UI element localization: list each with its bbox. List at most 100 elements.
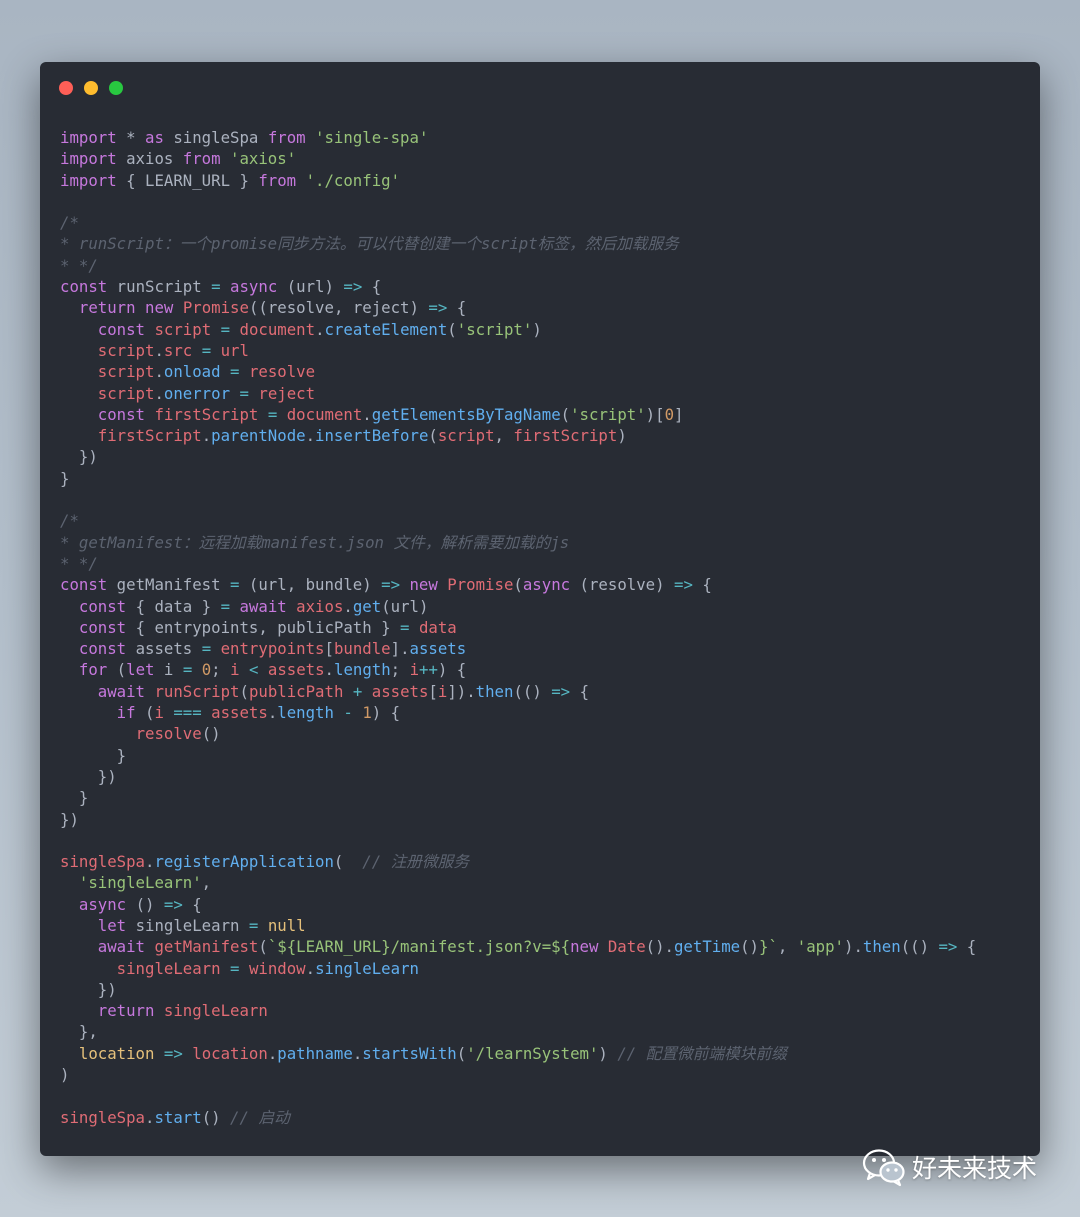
code-token: then (862, 937, 901, 957)
code-token: await (97, 681, 146, 701)
code-token: singleLearn (126, 915, 249, 935)
code-token: new (570, 937, 599, 957)
code-token: . (267, 703, 278, 723)
code-token: onerror (163, 383, 231, 403)
code-token: (url) (381, 596, 429, 616)
code-token: async (78, 894, 127, 914)
code-line: }) (60, 809, 976, 830)
zoom-button[interactable] (109, 81, 123, 95)
code-token: Promise (447, 575, 514, 595)
code-token: await (97, 937, 146, 957)
code-token: axios (116, 149, 183, 169)
code-token: = (220, 596, 231, 616)
code-token: script (97, 340, 155, 360)
code-token: < (248, 660, 259, 680)
code-line: * getManifest：远程加载manifest.json 文件，解析需要加… (60, 532, 976, 553)
code-line: const assets = entrypoints[bundle].asset… (60, 638, 976, 659)
code-token: ; (211, 660, 231, 680)
code-token: runScript (154, 681, 240, 701)
code-token: onload (163, 362, 221, 382)
close-button[interactable] (59, 81, 73, 95)
code-token: registerApplication (154, 852, 334, 872)
code-token: getManifest (107, 575, 231, 595)
code-token: return (78, 298, 136, 318)
code-token: . (352, 1043, 363, 1063)
code-token: (resolve) (570, 575, 674, 595)
code-token: + (352, 681, 363, 701)
code-token: getManifest (154, 937, 259, 957)
code-token: . (362, 404, 372, 424)
code-token: => (343, 277, 363, 297)
code-token: . (343, 596, 353, 616)
code-token: from (258, 170, 297, 190)
code-token: ( (239, 681, 249, 701)
code-token: ; (390, 660, 410, 680)
code-token: { (362, 277, 382, 297)
code-token: assets (371, 681, 429, 701)
code-line: return singleLearn (60, 1000, 976, 1021)
code-token: { (447, 298, 467, 318)
code-token: 1 (362, 703, 372, 723)
code-token: ( (513, 575, 523, 595)
code-token: }) (60, 979, 117, 999)
code-token: = (201, 639, 212, 659)
code-token: // 启动 (230, 1107, 290, 1127)
window-controls (59, 81, 134, 95)
code-line: import { LEARN_URL } from './config' (60, 170, 976, 191)
code-token: new (145, 298, 174, 318)
code-token: startsWith (362, 1043, 457, 1063)
code-token: then (475, 681, 514, 701)
code-line: const runScript = async (url) => { (60, 276, 976, 297)
code-token: . (154, 383, 164, 403)
code-token: , (494, 426, 514, 446)
code-line: } (60, 468, 976, 489)
code-token: i (437, 681, 448, 701)
code-line: import axios from 'axios' (60, 148, 976, 169)
watermark-text: 好未来技术 (912, 1154, 1038, 1183)
code-line: * */ (60, 255, 976, 276)
code-token: { (957, 937, 977, 957)
code-token: 0 (201, 660, 212, 680)
code-line: } (60, 745, 976, 766)
wechat-icon (862, 1149, 905, 1187)
code-line: await runScript(publicPath + assets[i]).… (60, 681, 976, 702)
code-token: * (116, 128, 146, 147)
minimize-button[interactable] (84, 81, 98, 95)
code-token: } (60, 788, 89, 808)
code-token: script (154, 319, 212, 339)
code-token: Date (607, 937, 646, 957)
code-token: ) (617, 426, 627, 446)
code-token: parentNode (211, 426, 306, 446)
code-token: . (324, 660, 334, 680)
code-token: assets (211, 703, 268, 723)
code-token: . (154, 362, 164, 382)
code-window: import * as singleSpa from 'single-spa' i… (40, 62, 1040, 1156)
code-token: singleSpa (163, 128, 268, 147)
code-token: . (201, 426, 212, 446)
code-token: * runScript：一个promise同步方法。可以代替创建一个script… (60, 234, 679, 254)
code-token: const (78, 617, 127, 637)
code-token: getTime (673, 937, 741, 957)
code-token: ((resolve, reject) (248, 298, 429, 318)
code-token: `${LEARN_URL}/manifest.json?v=${ (267, 937, 571, 957)
